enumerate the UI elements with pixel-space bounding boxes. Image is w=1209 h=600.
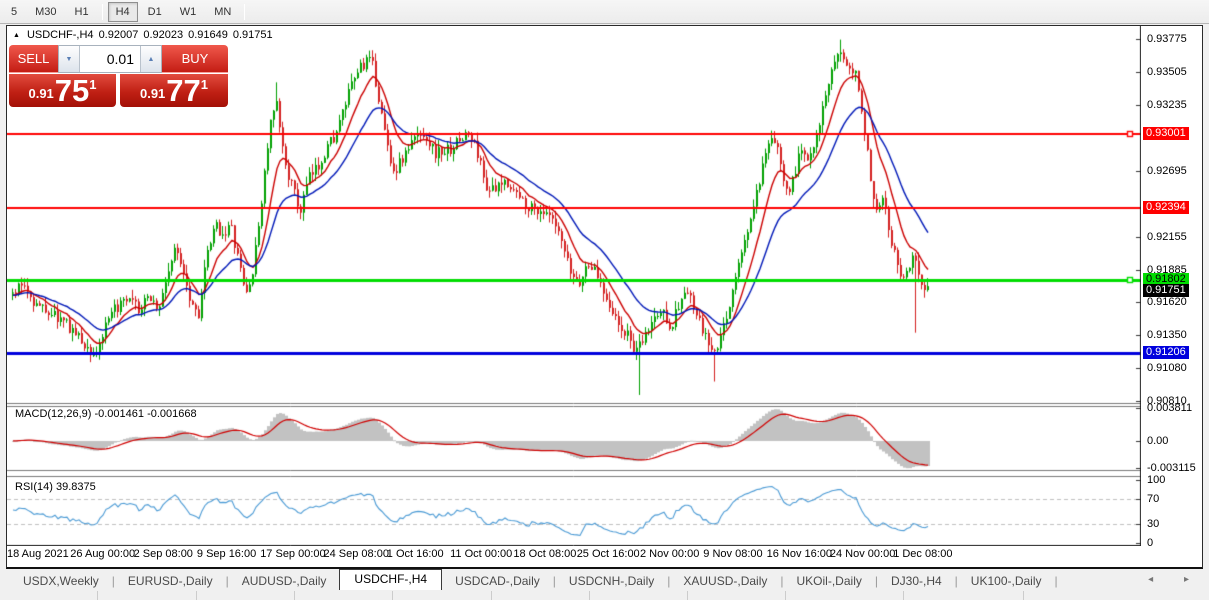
time-tick-label: 2 Sep 08:00: [134, 548, 193, 560]
tab-dj30-h4[interactable]: DJ30-,H4: [878, 572, 955, 590]
rsi-tick-label: 30: [1147, 518, 1159, 530]
buy-price-display[interactable]: 0.91 77 1: [120, 74, 228, 107]
price-level-badge[interactable]: 0.91206: [1143, 346, 1189, 359]
collapse-icon[interactable]: ▲: [13, 32, 20, 39]
price-tick-label: 0.92695: [1147, 165, 1187, 177]
ohlc-open: 0.92007: [99, 29, 139, 41]
price-tick-label: 0.91350: [1147, 329, 1187, 341]
price-level-badge[interactable]: 0.92394: [1143, 201, 1189, 214]
timeframe-button-m30[interactable]: M30: [27, 2, 64, 22]
macd-tick-label: 0.00: [1147, 435, 1168, 447]
macd-tick-label: 0.003811: [1147, 402, 1192, 414]
rsi-tick-label: 70: [1147, 493, 1159, 505]
status-separator: [1023, 591, 1024, 600]
time-tick-label: 2 Nov 00:00: [640, 548, 699, 560]
tab-separator: |: [1055, 574, 1058, 588]
time-tick-label: 17 Sep 00:00: [260, 548, 325, 560]
tab-xauusd-daily[interactable]: XAUUSD-,Daily: [670, 572, 780, 590]
status-separator: [97, 591, 98, 600]
timeframe-button-h4[interactable]: H4: [108, 2, 138, 22]
tab-scroll-arrows[interactable]: ◂ ▸: [1148, 574, 1203, 585]
time-tick-label: 16 Nov 16:00: [767, 548, 832, 560]
buy-price-prefix: 0.91: [140, 86, 165, 101]
tab-audusd-daily[interactable]: AUDUSD-,Daily: [229, 572, 340, 590]
chart-window: ▲ USDCHF-,H4 0.92007 0.92023 0.91649 0.9…: [6, 25, 1203, 569]
time-tick-label: 25 Oct 16:00: [577, 548, 640, 560]
macd-tick-label: -0.003115: [1147, 462, 1196, 474]
sell-price-display[interactable]: 0.91 75 1: [9, 74, 116, 107]
chart-tab-bar: USDX,Weekly|EURUSD-,Daily|AUDUSD-,DailyU…: [0, 570, 1209, 591]
chart-title-bar: ▲ USDCHF-,H4 0.92007 0.92023 0.91649 0.9…: [13, 29, 273, 41]
status-strip: [0, 591, 1209, 600]
price-tick-label: 0.92155: [1147, 231, 1187, 243]
tab-eurusd-daily[interactable]: EURUSD-,Daily: [115, 572, 226, 590]
time-tick-label: 9 Nov 08:00: [703, 548, 762, 560]
time-tick-label: 24 Nov 00:00: [830, 548, 895, 560]
toolbar-separator: [244, 4, 245, 20]
time-tick-label: 26 Aug 00:00: [70, 548, 135, 560]
tab-usdcnh-daily[interactable]: USDCNH-,Daily: [556, 572, 667, 590]
tab-uk100-daily[interactable]: UK100-,Daily: [958, 572, 1055, 590]
sell-price-prefix: 0.91: [28, 86, 53, 101]
status-separator: [687, 591, 688, 600]
timeframe-button-h1[interactable]: H1: [67, 2, 97, 22]
chart-symbol-title: USDCHF-,H4: [27, 29, 94, 41]
tab-usdx-weekly[interactable]: USDX,Weekly: [10, 572, 112, 590]
time-tick-label: 18 Oct 08:00: [513, 548, 576, 560]
status-separator: [392, 591, 393, 600]
volume-decrease-icon[interactable]: ▼: [59, 46, 80, 72]
time-tick-label: 9 Sep 16:00: [197, 548, 256, 560]
status-separator: [785, 591, 786, 600]
tab-usdcad-daily[interactable]: USDCAD-,Daily: [442, 572, 553, 590]
time-tick-label: 18 Aug 2021: [7, 548, 69, 560]
timeframe-button-w1[interactable]: W1: [172, 2, 205, 22]
timeframe-toolbar: 5M30H1 H4D1W1MN: [0, 0, 1209, 24]
volume-stepper: ▼ 0.01 ▲: [58, 45, 162, 73]
rsi-indicator-label: RSI(14) 39.8375: [15, 481, 96, 493]
sell-button[interactable]: SELL: [9, 45, 58, 73]
time-tick-label: 1 Dec 08:00: [893, 548, 952, 560]
price-tick-label: 0.93235: [1147, 99, 1187, 111]
sell-price-sup: 1: [89, 77, 96, 92]
buy-price-sup: 1: [201, 77, 208, 92]
ohlc-close: 0.91751: [233, 29, 273, 41]
toolbar-separator: [102, 4, 103, 20]
status-separator: [491, 591, 492, 600]
price-level-badge[interactable]: 0.93001: [1143, 127, 1189, 140]
tab-usdchf-h4[interactable]: USDCHF-,H4: [339, 569, 442, 590]
timeframe-button-mn[interactable]: MN: [206, 2, 239, 22]
time-tick-label: 24 Sep 08:00: [324, 548, 389, 560]
volume-input[interactable]: 0.01: [80, 46, 140, 72]
time-tick-label: 11 Oct 00:00: [450, 548, 512, 560]
price-tick-label: 0.91620: [1147, 296, 1187, 308]
time-tick-label: 1 Oct 16:00: [387, 548, 444, 560]
sell-price-big: 75: [55, 77, 89, 105]
price-tick-label: 0.93775: [1147, 33, 1187, 45]
status-separator: [903, 591, 904, 600]
rsi-tick-label: 0: [1147, 537, 1153, 549]
price-tick-label: 0.93505: [1147, 66, 1187, 78]
timeframe-button-d1[interactable]: D1: [140, 2, 170, 22]
volume-increase-icon[interactable]: ▲: [140, 46, 161, 72]
ohlc-low: 0.91649: [188, 29, 228, 41]
timeframe-button-5[interactable]: 5: [3, 2, 25, 22]
buy-price-big: 77: [166, 77, 200, 105]
status-separator: [196, 591, 197, 600]
macd-indicator-label: MACD(12,26,9) -0.001461 -0.001668: [15, 408, 197, 420]
status-separator: [294, 591, 295, 600]
ohlc-high: 0.92023: [143, 29, 183, 41]
price-tick-label: 0.91080: [1147, 362, 1187, 374]
buy-button[interactable]: BUY: [162, 45, 228, 73]
current-price-badge: 0.91751: [1143, 284, 1189, 297]
rsi-tick-label: 100: [1147, 474, 1165, 486]
tab-ukoil-daily[interactable]: UKOil-,Daily: [784, 572, 875, 590]
status-separator: [589, 591, 590, 600]
